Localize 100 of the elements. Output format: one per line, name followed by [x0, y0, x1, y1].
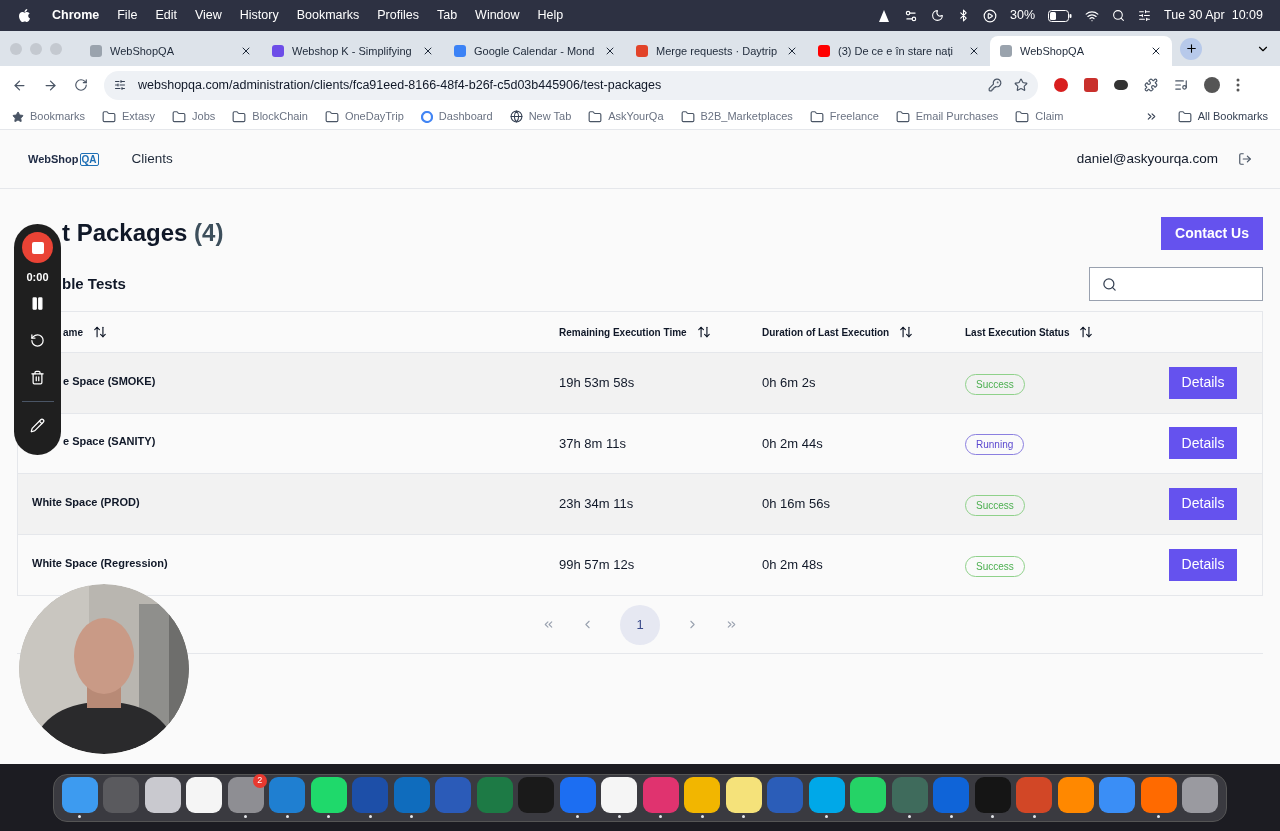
- bookmark[interactable]: Jobs: [172, 108, 216, 125]
- star-icon: [12, 110, 24, 123]
- browser-tab[interactable]: WebShopQA: [990, 36, 1172, 66]
- contact-button[interactable]: Contact Us: [1161, 216, 1263, 250]
- battery-icon[interactable]: [1048, 9, 1073, 22]
- menu-item[interactable]: Help: [537, 6, 564, 25]
- column-header[interactable]: ame: [63, 324, 107, 340]
- search-icon[interactable]: [1112, 9, 1126, 22]
- profile-avatar[interactable]: [1204, 77, 1220, 93]
- stop-button[interactable]: [22, 232, 53, 263]
- sort-icon[interactable]: [93, 325, 107, 339]
- browser-tab[interactable]: WebShopQA: [80, 36, 262, 66]
- bluetooth-icon[interactable]: [957, 9, 970, 22]
- browser-tab[interactable]: Webshop K - Simplifying: [262, 36, 444, 66]
- moon-icon[interactable]: [931, 9, 944, 22]
- bookmark[interactable]: AskYourQa: [588, 108, 664, 125]
- folder-icon: [809, 109, 824, 124]
- bookmark[interactable]: OneDayTrip: [324, 108, 404, 125]
- close-icon[interactable]: [422, 45, 434, 57]
- column-header[interactable]: Duration of Last Execution: [762, 324, 914, 340]
- bookmark[interactable]: Email Purchases: [895, 108, 999, 125]
- menu-time[interactable]: 10:09: [1231, 6, 1263, 25]
- delete-icon[interactable]: [30, 369, 45, 385]
- package-name: White Space (PROD): [32, 494, 140, 510]
- bookmark[interactable]: B2B_Marketplaces: [680, 108, 793, 125]
- google-icon: [420, 110, 433, 123]
- dock-item[interactable]: 2: [227, 777, 264, 818]
- key-icon[interactable]: [988, 78, 1002, 92]
- menu-item[interactable]: History: [239, 6, 279, 25]
- address-field[interactable]: webshopqa.com/administration/clients/fca91eed-8166-48f4-b26f-c5d03b445906/test-packages: [104, 70, 1038, 100]
- logo[interactable]: WebShop QA: [28, 150, 99, 168]
- extensions-icon[interactable]: [1144, 78, 1158, 92]
- more-icon[interactable]: [1236, 78, 1240, 92]
- folder-icon: [680, 109, 695, 124]
- browser-tab[interactable]: (3) De ce e în stare nați: [808, 36, 990, 66]
- column-header[interactable]: Remaining Execution Time: [559, 324, 711, 340]
- search-field[interactable]: [1089, 267, 1263, 301]
- media-icon[interactable]: [1174, 78, 1188, 92]
- menu-clock[interactable]: Tue 30 Apr: [1164, 6, 1225, 25]
- browser-tab[interactable]: Merge requests · Daytrip: [626, 36, 808, 66]
- restart-icon[interactable]: [30, 332, 45, 348]
- battery-percent: 30%: [1010, 7, 1036, 25]
- close-icon[interactable]: [968, 45, 980, 57]
- pause-icon[interactable]: [30, 295, 45, 311]
- logout-icon[interactable]: [1238, 152, 1252, 166]
- bookmark[interactable]: Extasy: [102, 108, 156, 125]
- play-icon[interactable]: [983, 8, 997, 23]
- last-duration: 0h 16m 56s: [762, 495, 831, 513]
- menu-item[interactable]: Bookmarks: [296, 6, 360, 25]
- package-name: White Space (Regression): [32, 555, 168, 571]
- folder-icon: [895, 109, 910, 124]
- close-icon[interactable]: [786, 45, 798, 57]
- app-menu[interactable]: Chrome: [52, 6, 100, 25]
- details-button[interactable]: Details: [1169, 427, 1237, 460]
- tab-title: (3) De ce e în stare nați: [838, 43, 954, 59]
- menu-item[interactable]: View: [194, 6, 222, 25]
- sort-icon[interactable]: [696, 325, 711, 339]
- back-icon[interactable]: [12, 77, 27, 93]
- menu-item[interactable]: Tab: [436, 6, 458, 25]
- bookmark[interactable]: Dashboard: [420, 108, 493, 125]
- apple-icon[interactable]: [17, 8, 32, 23]
- close-icon[interactable]: [604, 45, 616, 57]
- column-header[interactable]: Last Execution Status: [965, 324, 1094, 340]
- remaining-time: 37h 8m 11s: [559, 434, 627, 453]
- bookmark[interactable]: BlockChain: [232, 108, 308, 125]
- wifi-icon[interactable]: [1085, 8, 1100, 23]
- all-bookmarks[interactable]: All Bookmarks: [1177, 108, 1268, 125]
- details-button[interactable]: Details: [1169, 548, 1237, 581]
- browser-tab[interactable]: Google Calendar - Mond: [444, 36, 626, 66]
- menu-item[interactable]: File: [117, 6, 138, 25]
- close-icon[interactable]: [240, 45, 252, 57]
- site-settings-icon[interactable]: [114, 79, 126, 91]
- nav-link[interactable]: Clients: [131, 148, 173, 170]
- plus-icon[interactable]: [1184, 42, 1198, 55]
- menu-item[interactable]: Window: [475, 6, 520, 25]
- menu-item[interactable]: Edit: [155, 6, 177, 25]
- bookmark[interactable]: Freelance: [809, 108, 879, 125]
- details-button[interactable]: Details: [1169, 487, 1237, 520]
- remaining-time: 23h 34m 11s: [559, 495, 635, 513]
- details-button[interactable]: Details: [1169, 366, 1237, 399]
- forward-icon[interactable]: [43, 77, 58, 93]
- menu-item[interactable]: Profiles: [377, 6, 419, 25]
- page-title: t Packages (4): [62, 218, 224, 248]
- bookmark[interactable]: Claim: [1015, 108, 1064, 125]
- control-center-icon[interactable]: [1138, 9, 1152, 22]
- sort-icon[interactable]: [899, 325, 914, 339]
- cone-icon[interactable]: [877, 8, 891, 23]
- reload-icon[interactable]: [74, 78, 88, 92]
- bookmark[interactable]: New Tab: [509, 108, 572, 125]
- new-tab-button[interactable]: [1180, 37, 1202, 60]
- extension-icon[interactable]: [1114, 80, 1128, 90]
- sort-icon[interactable]: [1079, 325, 1094, 339]
- folder-icon: [588, 109, 603, 124]
- close-icon[interactable]: [1150, 45, 1162, 57]
- package-name: e Space (SMOKE): [63, 373, 156, 389]
- page-button[interactable]: 1: [620, 604, 660, 645]
- folder-icon: [232, 109, 247, 124]
- pencil-icon[interactable]: [30, 417, 45, 433]
- bookmark[interactable]: Bookmarks: [12, 108, 86, 125]
- bookmark-star-icon[interactable]: [1014, 78, 1028, 92]
